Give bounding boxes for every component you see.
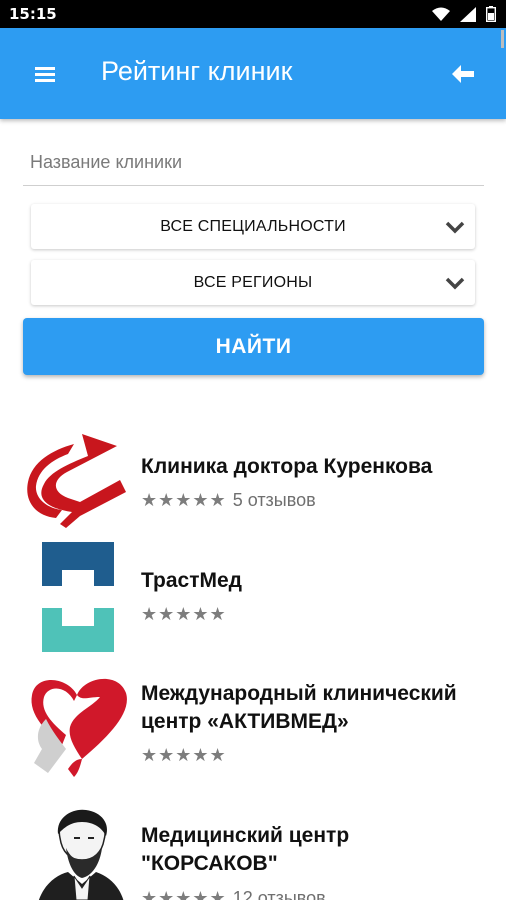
region-dropdown-label: ВСЕ РЕГИОНЫ <box>193 274 313 291</box>
star-rating: ★★★★★ <box>141 490 227 511</box>
clinic-name: Медицинский центр "КОРСАКОВ" <box>141 824 350 875</box>
clinic-logo-activmed <box>31 678 127 777</box>
wifi-icon <box>432 7 450 21</box>
screen: 15:15 Рейтинг клиник ВСЕ СПЕЦИАЛЬНОСТИ В… <box>0 0 506 900</box>
page-title: Рейтинг клиник <box>101 56 293 86</box>
review-count: 5 отзывов <box>232 490 316 510</box>
app-bar: Рейтинг клиник <box>0 28 506 119</box>
clinic-name: ТрастМед <box>141 569 243 592</box>
menu-icon[interactable] <box>28 60 62 90</box>
clinic-logo-trastmed <box>42 542 114 652</box>
back-arrow-icon[interactable] <box>448 60 478 88</box>
clinic-list-item[interactable]: ТрастМед ★★★★★ <box>0 540 506 655</box>
clinic-logo-kurenkov <box>27 434 126 528</box>
clinic-rating: ★★★★★ <box>141 604 227 625</box>
specialty-dropdown[interactable]: ВСЕ СПЕЦИАЛЬНОСТИ <box>31 204 475 249</box>
chevron-down-icon <box>445 221 465 234</box>
clinic-rating: ★★★★★ 5 отзывов <box>141 490 316 511</box>
clinic-rating: ★★★★★ 12 отзывов <box>141 888 326 900</box>
signal-icon <box>460 6 476 22</box>
clinic-name: Международный клинический центр «АКТИВМЕ… <box>141 682 457 733</box>
status-time: 15:15 <box>9 5 57 23</box>
star-rating: ★★★★★ <box>141 888 227 900</box>
scroll-indicator <box>501 30 504 48</box>
specialty-dropdown-label: ВСЕ СПЕЦИАЛЬНОСТИ <box>160 218 346 235</box>
clinic-list-item[interactable]: Медицинский центр "КОРСАКОВ" ★★★★★ 12 отз… <box>0 808 506 900</box>
find-button[interactable]: НАЙТИ <box>23 318 484 375</box>
battery-icon <box>486 6 496 22</box>
region-dropdown[interactable]: ВСЕ РЕГИОНЫ <box>31 260 475 305</box>
clinic-name: Клиника доктора Куренкова <box>141 455 433 478</box>
clinic-list-item[interactable]: Международный клинический центр «АКТИВМЕ… <box>0 667 506 782</box>
chevron-down-icon <box>445 277 465 290</box>
clinic-rating: ★★★★★ <box>141 745 227 766</box>
clinic-name-search-input[interactable] <box>23 140 484 186</box>
clinic-list-item[interactable]: Клиника доктора Куренкова ★★★★★ 5 отзывов <box>0 428 506 534</box>
clinic-logo-korsakov <box>39 809 124 900</box>
review-count: 12 отзывов <box>232 888 326 900</box>
status-icons <box>432 6 496 22</box>
star-rating: ★★★★★ <box>141 745 227 766</box>
status-bar: 15:15 <box>0 0 506 28</box>
star-rating: ★★★★★ <box>141 604 227 625</box>
